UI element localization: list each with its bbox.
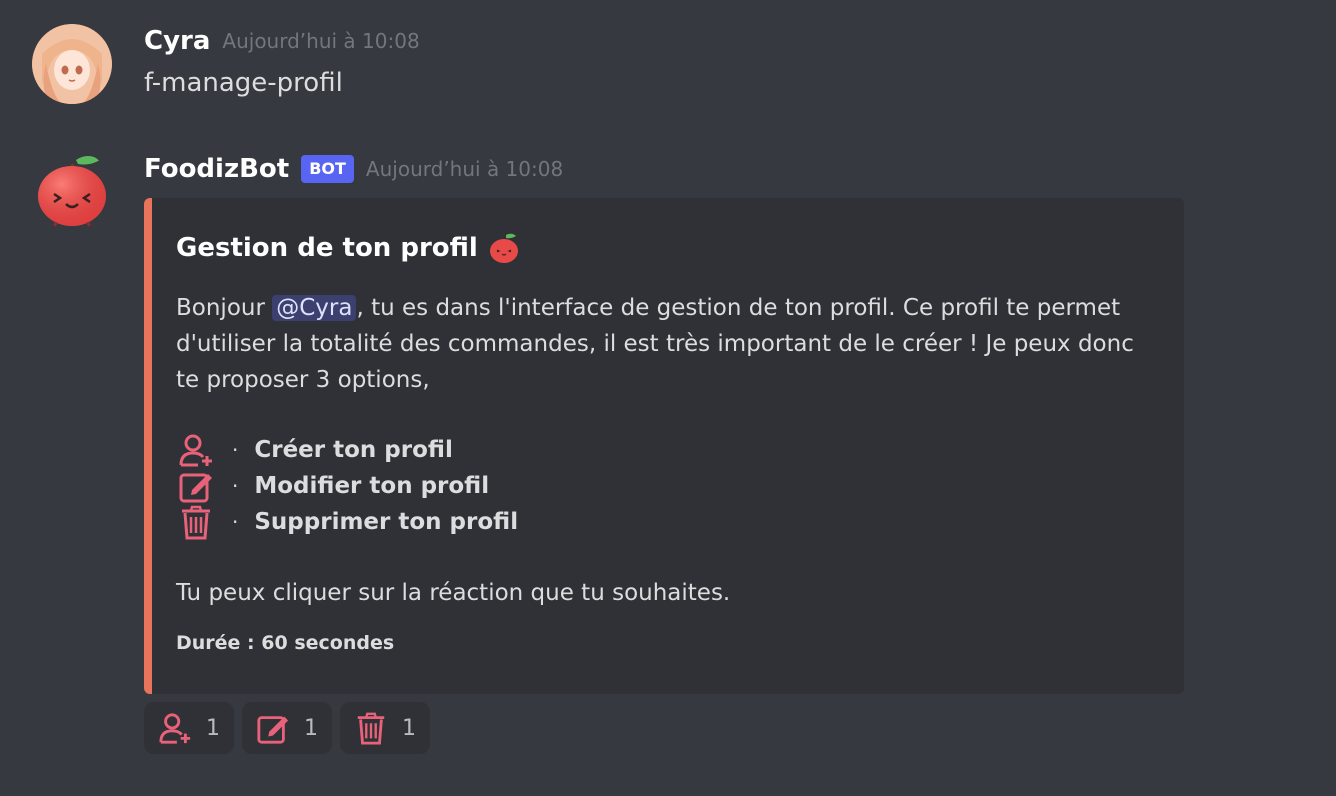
reaction-trash[interactable]: 1 (340, 702, 430, 754)
user-plus-icon (176, 432, 216, 468)
message-text: f-manage-profil (144, 68, 343, 98)
reaction-edit[interactable]: 1 (242, 702, 332, 754)
trash-icon (176, 504, 216, 540)
username[interactable]: Cyra (144, 26, 210, 56)
bullet: · (232, 438, 239, 462)
reaction-count: 1 (206, 715, 220, 741)
bullet: · (232, 474, 239, 498)
username[interactable]: FoodizBot (144, 154, 289, 184)
apple-avatar-icon (38, 156, 106, 229)
embed-closing-text: Tu peux cliquer sur la réaction que tu s… (176, 580, 731, 606)
bullet: · (232, 510, 239, 534)
trash-icon (357, 712, 385, 745)
options-list: · Créer ton profil · Modifier ton profil (176, 432, 518, 540)
user-avatar[interactable] (32, 24, 112, 104)
list-item: · Supprimer ton profil (176, 504, 518, 540)
embed-description: Bonjour @Cyra, tu es dans l'interface de… (176, 290, 1156, 398)
desc-before: Bonjour (176, 295, 273, 321)
embed-title: Gestion de ton profil (176, 232, 520, 264)
reaction-count: 1 (304, 715, 318, 741)
timestamp: Aujourd’hui à 10:08 (365, 157, 564, 181)
option-label: Modifier ton profil (254, 473, 490, 499)
user-avatar-icon (32, 24, 112, 104)
reactions-bar: 1 1 1 (144, 702, 430, 754)
apple-icon (489, 233, 518, 263)
message-header: FoodizBot BOT Aujourd’hui à 10:08 (144, 154, 563, 184)
option-label: Créer ton profil (254, 437, 453, 463)
reaction-count: 1 (402, 715, 416, 741)
user-mention[interactable]: @Cyra (272, 295, 357, 321)
list-item: · Modifier ton profil (176, 468, 518, 504)
edit-icon (257, 716, 289, 744)
edit-icon (176, 468, 216, 504)
option-label: Supprimer ton profil (254, 509, 519, 535)
embed-title-text: Gestion de ton profil (176, 233, 478, 263)
reaction-user-plus[interactable]: 1 (144, 702, 234, 754)
timestamp: Aujourd’hui à 10:08 (222, 29, 420, 53)
user-plus-icon (159, 713, 191, 744)
embed-footer: Durée : 60 secondes (176, 632, 395, 654)
bot-tag: BOT (301, 155, 354, 183)
message-header: Cyra Aujourd’hui à 10:08 (144, 26, 420, 56)
list-item: · Créer ton profil (176, 432, 518, 468)
chat-view: Cyra Aujourd’hui à 10:08 f-manage-profil… (0, 0, 1336, 796)
bot-avatar[interactable] (32, 150, 112, 230)
embed: Gestion de ton profil Bonjour @Cyra, tu … (144, 198, 1184, 694)
